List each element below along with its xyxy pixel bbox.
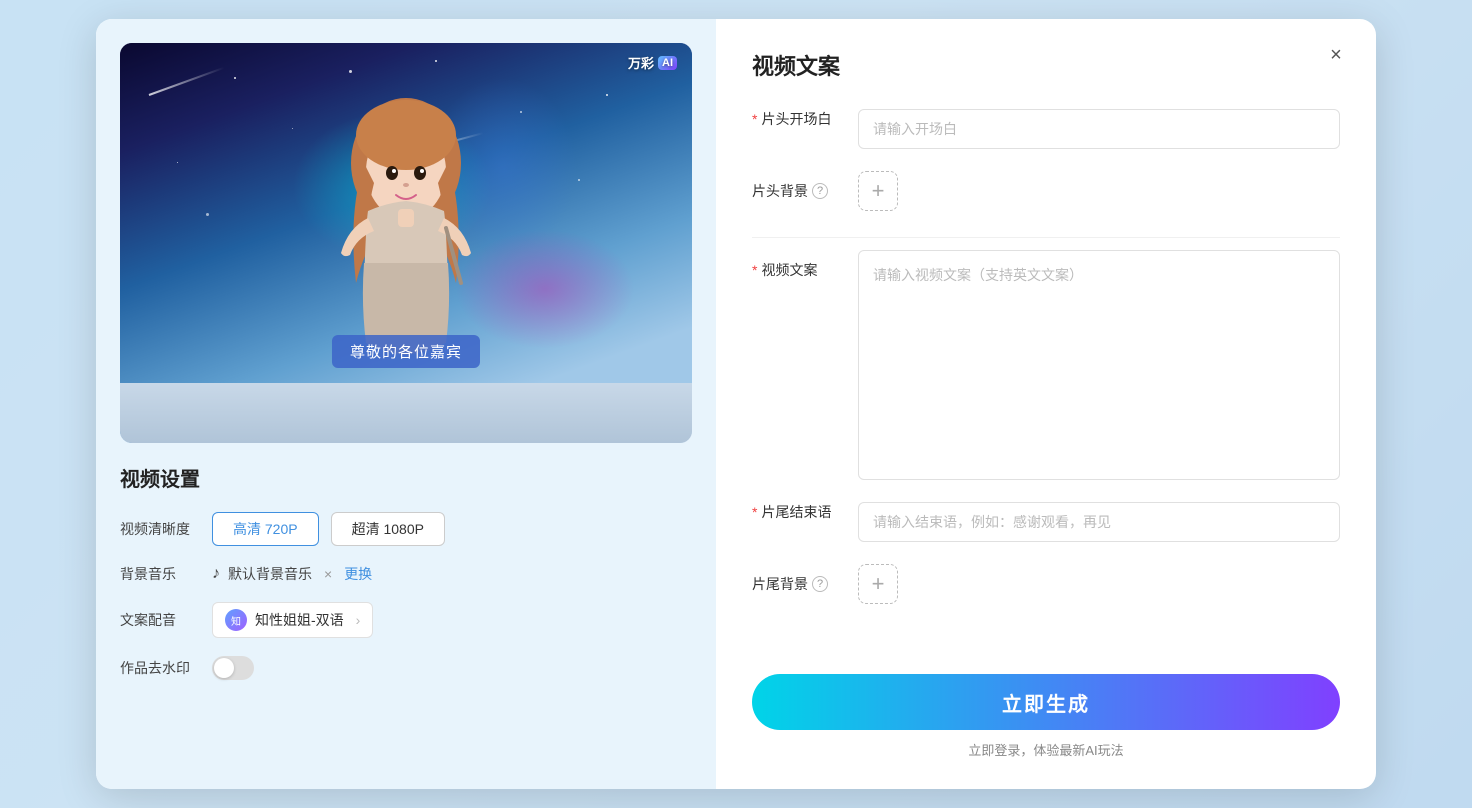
subtitle-bar: 尊敬的各位嘉宾 — [332, 335, 480, 368]
header-bg-add-button[interactable]: + — [858, 171, 898, 211]
ending-label: * 片尾结束语 — [752, 502, 842, 522]
opening-label-text: 片头开场白 — [761, 109, 831, 129]
divider — [752, 237, 1340, 238]
footer-bg-label-text: 片尾背景 — [752, 574, 808, 594]
quality-720p-button[interactable]: 高清 720P — [212, 512, 319, 546]
right-panel: 视频文案 * 片头开场白 片头背景 ? + — [716, 19, 1376, 789]
video-settings: 视频设置 视频清晰度 高清 720P 超清 1080P 背景音乐 ♪ 默认背景音… — [120, 463, 692, 765]
footer-bg-add-button[interactable]: + — [858, 564, 898, 604]
left-panel: 万彩 AI 尊敬的各位嘉宾 视频设置 视频清晰度 高清 720P 超清 1080… — [96, 19, 716, 789]
header-bg-row: 片头背景 ? + — [752, 171, 1340, 211]
music-change-button[interactable]: 更换 — [344, 564, 372, 584]
header-bg-label-text: 片头背景 — [752, 181, 808, 201]
ending-required: * — [752, 504, 757, 520]
ending-row: * 片尾结束语 — [752, 502, 1340, 542]
watermark-text: 万彩 — [628, 53, 654, 72]
footer-bg-label: 片尾背景 ? — [752, 574, 842, 594]
quality-label: 视频清晰度 — [120, 519, 200, 539]
login-hint: 立即登录，体验最新AI玩法 — [968, 740, 1123, 759]
video-preview-inner: 万彩 AI 尊敬的各位嘉宾 — [120, 43, 692, 383]
content-label-text: 视频文案 — [761, 260, 817, 280]
music-name: 默认背景音乐 — [228, 564, 312, 584]
watermark: 万彩 AI — [628, 53, 677, 72]
music-label: 背景音乐 — [120, 564, 200, 584]
watermark-label: 作品去水印 — [120, 658, 200, 678]
modal: × — [96, 19, 1376, 789]
content-required: * — [752, 262, 757, 278]
opening-required: * — [752, 111, 757, 127]
video-preview-bottom — [120, 383, 692, 443]
voice-row: 文案配音 知 知性姐姐-双语 › — [120, 602, 692, 638]
voice-label: 文案配音 — [120, 610, 200, 630]
modal-overlay: × — [0, 0, 1472, 808]
close-button[interactable]: × — [1320, 39, 1352, 71]
header-bg-help-icon[interactable]: ? — [812, 183, 828, 199]
generate-button[interactable]: 立即生成 — [752, 674, 1340, 730]
opening-input[interactable] — [858, 109, 1340, 149]
video-preview: 万彩 AI 尊敬的各位嘉宾 — [120, 43, 692, 443]
content-textarea[interactable] — [858, 250, 1340, 480]
watermark-row: 作品去水印 — [120, 656, 692, 680]
voice-name: 知性姐姐-双语 — [255, 610, 344, 630]
panel-title: 视频文案 — [752, 49, 1340, 81]
toggle-knob — [214, 658, 234, 678]
music-icon: ♪ — [212, 565, 220, 583]
music-control: ♪ 默认背景音乐 × 更换 — [212, 564, 372, 584]
footer-bg-row: 片尾背景 ? + — [752, 564, 1340, 604]
ending-input[interactable] — [858, 502, 1340, 542]
footer-bg-help-icon[interactable]: ? — [812, 576, 828, 592]
quality-row: 视频清晰度 高清 720P 超清 1080P — [120, 512, 692, 546]
content-row: * 视频文案 — [752, 250, 1340, 480]
watermark-toggle[interactable] — [212, 656, 254, 680]
music-row: 背景音乐 ♪ 默认背景音乐 × 更换 — [120, 564, 692, 584]
ai-badge: AI — [658, 56, 677, 70]
voice-selector[interactable]: 知 知性姐姐-双语 › — [212, 602, 373, 638]
generate-section: 立即生成 立即登录，体验最新AI玩法 — [752, 654, 1340, 759]
settings-title: 视频设置 — [120, 463, 692, 492]
opening-row: * 片头开场白 — [752, 109, 1340, 149]
voice-arrow-icon: › — [356, 612, 361, 628]
music-close-button[interactable]: × — [320, 564, 336, 584]
opening-label: * 片头开场白 — [752, 109, 842, 129]
quality-1080p-button[interactable]: 超清 1080P — [331, 512, 445, 546]
ending-label-text: 片尾结束语 — [761, 502, 831, 522]
header-bg-label: 片头背景 ? — [752, 181, 842, 201]
content-label: * 视频文案 — [752, 250, 842, 280]
voice-avatar: 知 — [225, 609, 247, 631]
